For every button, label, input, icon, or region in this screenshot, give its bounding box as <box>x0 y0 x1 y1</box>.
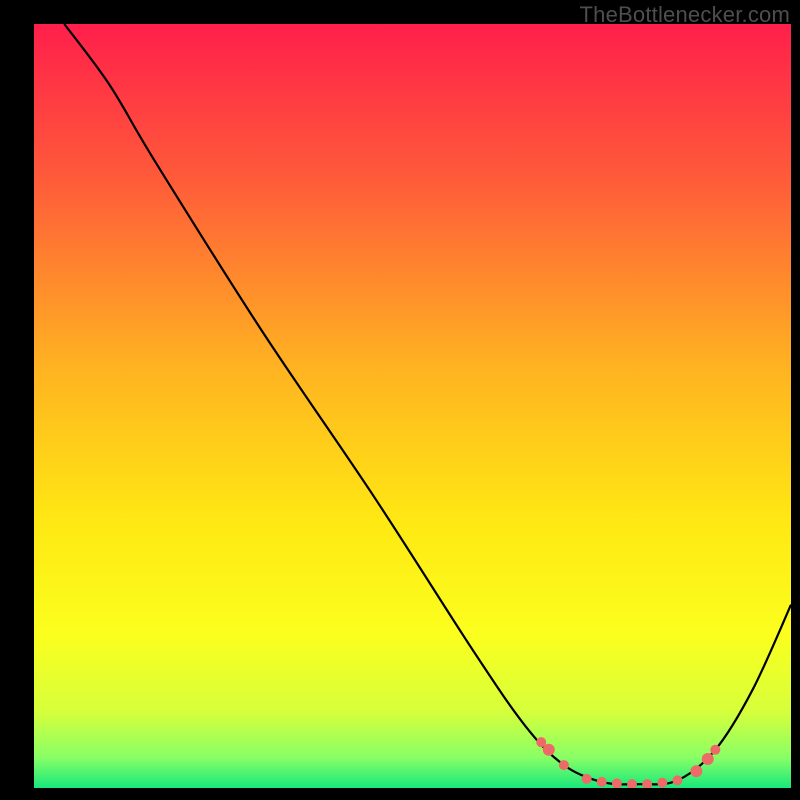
curve-marker <box>559 760 569 770</box>
curve-marker <box>612 778 622 788</box>
curve-marker <box>690 765 702 777</box>
curve-marker <box>582 774 592 784</box>
chart-svg <box>34 24 791 788</box>
chart-frame <box>34 24 791 788</box>
curve-marker <box>702 753 714 765</box>
curve-marker <box>672 775 682 785</box>
curve-marker <box>543 744 555 756</box>
curve-marker <box>657 778 667 788</box>
chart-background <box>34 24 791 788</box>
curve-marker <box>597 777 607 787</box>
curve-marker <box>710 745 720 755</box>
